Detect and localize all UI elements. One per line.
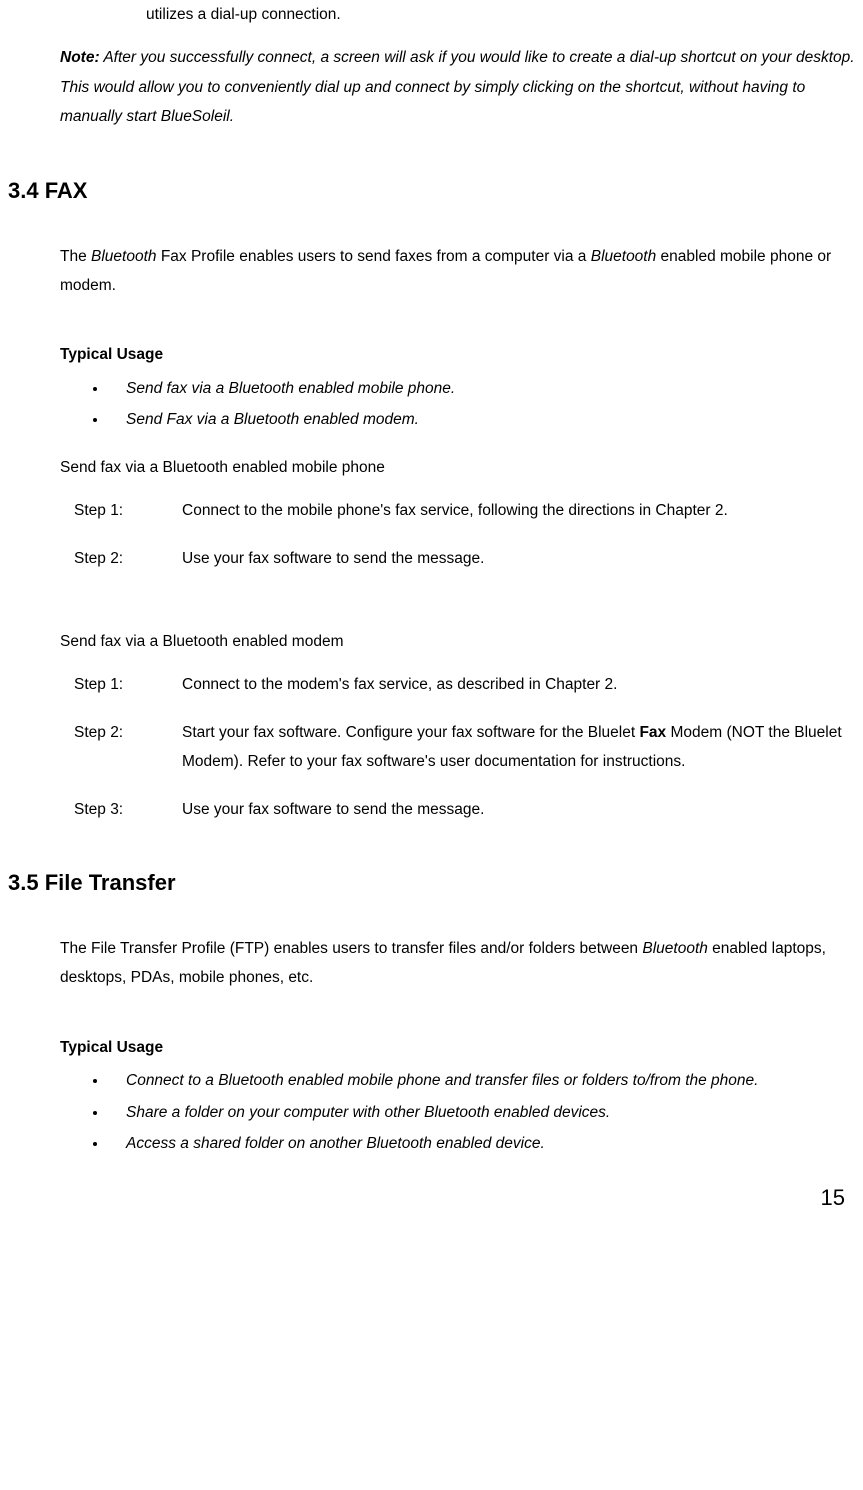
step-text: Use your fax software to send the messag… <box>182 544 855 573</box>
step-text: Connect to the modem's fax service, as d… <box>182 670 855 699</box>
step-row: Step 3: Use your fax software to send th… <box>74 795 855 824</box>
step-row: Step 1: Connect to the mobile phone's fa… <box>74 496 855 525</box>
step-row: Step 2: Use your fax software to send th… <box>74 544 855 573</box>
fax-heading: 3.4 FAX <box>8 170 855 212</box>
step-label: Step 1: <box>74 670 182 699</box>
list-item: Connect to a Bluetooth enabled mobile ph… <box>108 1066 855 1095</box>
step-label: Step 1: <box>74 496 182 525</box>
step-label: Step 2: <box>74 718 182 777</box>
step-row: Step 1: Connect to the modem's fax servi… <box>74 670 855 699</box>
list-item: Send fax via a Bluetooth enabled mobile … <box>108 374 855 403</box>
ft-usage-list: Connect to a Bluetooth enabled mobile ph… <box>60 1066 855 1158</box>
step-text: Connect to the mobile phone's fax servic… <box>182 496 855 525</box>
fax-usage-list: Send fax via a Bluetooth enabled mobile … <box>60 374 855 435</box>
step-label: Step 3: <box>74 795 182 824</box>
step-row: Step 2: Start your fax software. Configu… <box>74 718 855 777</box>
note-block: Note: After you successfully connect, a … <box>60 43 855 131</box>
fax-intro: The Bluetooth Fax Profile enables users … <box>60 242 855 301</box>
note-text: After you successfully connect, a screen… <box>60 49 855 125</box>
page-number: 15 <box>8 1177 845 1219</box>
fax-typical-usage-label: Typical Usage <box>60 340 855 369</box>
list-item: Share a folder on your computer with oth… <box>108 1098 855 1127</box>
ft-intro: The File Transfer Profile (FTP) enables … <box>60 934 855 993</box>
ft-heading: 3.5 File Transfer <box>8 862 855 904</box>
note-label: Note: <box>60 49 100 66</box>
list-item: Send Fax via a Bluetooth enabled modem. <box>108 405 855 434</box>
step-label: Step 2: <box>74 544 182 573</box>
fax-phone-title: Send fax via a Bluetooth enabled mobile … <box>60 453 855 482</box>
continuation-text: utilizes a dial-up connection. <box>146 0 855 29</box>
list-item: Access a shared folder on another Blueto… <box>108 1129 855 1158</box>
step-text: Use your fax software to send the messag… <box>182 795 855 824</box>
step-text: Start your fax software. Configure your … <box>182 718 855 777</box>
ft-typical-usage-label: Typical Usage <box>60 1033 855 1062</box>
fax-modem-title: Send fax via a Bluetooth enabled modem <box>60 627 855 656</box>
